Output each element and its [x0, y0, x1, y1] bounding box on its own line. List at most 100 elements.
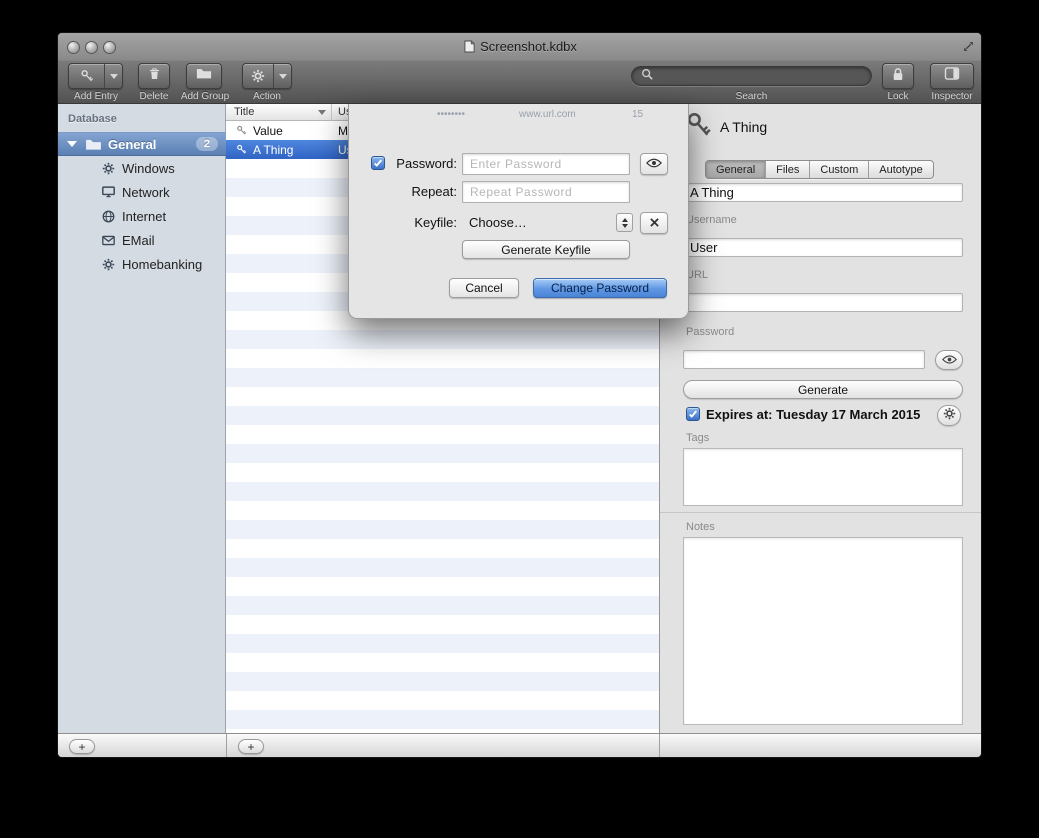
action-button[interactable] — [242, 63, 292, 89]
sidebar-item-label: Windows — [122, 161, 175, 176]
repeat-password-input[interactable] — [462, 181, 630, 203]
tab-files[interactable]: Files — [765, 161, 809, 178]
repeat-field-label: Repeat: — [379, 184, 457, 199]
sidebar-item-homebanking[interactable]: Homebanking — [58, 252, 226, 276]
username-field[interactable] — [683, 238, 963, 257]
column-header-title[interactable]: Title — [234, 106, 254, 118]
window-chrome: Screenshot.kdbx Add Entry Delete — [58, 33, 982, 104]
section-divider — [660, 512, 982, 513]
trash-icon — [148, 67, 161, 86]
add-group-plus-button[interactable]: + — [69, 739, 95, 754]
chevron-down-icon — [110, 74, 118, 79]
action-label: Action — [238, 91, 296, 102]
gear-icon — [102, 258, 115, 271]
chevron-down-icon — [622, 224, 628, 228]
generate-keyfile-button[interactable]: Generate Keyfile — [462, 240, 630, 259]
lock-label: Lock — [868, 91, 928, 102]
obscured-password-preview: •••••••• — [437, 109, 465, 120]
eye-icon — [942, 351, 957, 369]
show-password-button[interactable] — [935, 350, 963, 370]
change-password-button[interactable]: Change Password — [533, 278, 667, 298]
window-title: Screenshot.kdbx — [58, 39, 982, 56]
entry-count-badge: 2 — [196, 137, 218, 151]
add-group-label: Add Group — [170, 91, 240, 102]
show-password-button[interactable] — [640, 153, 668, 175]
url-label: URL — [686, 269, 708, 281]
inspector-button[interactable] — [930, 63, 974, 89]
tab-custom[interactable]: Custom — [809, 161, 868, 178]
add-entry-button[interactable] — [68, 63, 123, 89]
add-entry-plus-button[interactable]: + — [238, 739, 264, 754]
chevron-down-icon — [279, 74, 287, 79]
check-icon — [688, 409, 698, 419]
keyfile-popup-stepper[interactable] — [616, 213, 633, 232]
chevron-up-icon — [622, 218, 628, 222]
sidebar-item-internet[interactable]: Internet — [58, 204, 226, 228]
inspector-panel-icon — [944, 67, 960, 85]
url-field[interactable] — [683, 293, 963, 312]
group-label: General — [108, 137, 156, 152]
add-entry-label: Add Entry — [58, 91, 134, 102]
tags-textarea[interactable] — [683, 448, 963, 506]
expires-settings-button[interactable] — [937, 405, 961, 426]
lock-icon — [892, 67, 904, 86]
obscured-modified-preview: 15 — [632, 109, 643, 120]
lock-button[interactable] — [882, 63, 914, 89]
notes-textarea[interactable] — [683, 537, 963, 725]
disclosure-triangle-icon[interactable] — [67, 141, 77, 147]
eye-icon — [646, 155, 662, 173]
envelope-icon — [102, 235, 115, 246]
globe-icon — [102, 210, 115, 223]
sidebar-item-label: Network — [122, 185, 170, 200]
add-entry-dropdown[interactable] — [104, 64, 122, 88]
expires-checkbox[interactable] — [686, 407, 700, 421]
inspector-panel: A Thing General Files Custom Autotype Us… — [659, 104, 982, 733]
gear-icon — [102, 162, 115, 175]
desktop: Screenshot.kdbx Add Entry Delete — [0, 0, 1039, 838]
key-icon — [236, 125, 247, 136]
add-group-button[interactable] — [186, 63, 222, 89]
column-divider[interactable] — [331, 104, 332, 121]
clear-keyfile-button[interactable] — [640, 212, 668, 234]
inspector-entry-title: A Thing — [720, 119, 767, 135]
sort-indicator-icon — [318, 110, 326, 115]
sidebar-item-label: Homebanking — [122, 257, 202, 272]
inspector-tabs: General Files Custom Autotype — [705, 160, 934, 179]
folder-icon — [196, 67, 212, 85]
username-label: Username — [686, 214, 737, 226]
app-window: Screenshot.kdbx Add Entry Delete — [57, 32, 982, 758]
sidebar-item-windows[interactable]: Windows — [58, 156, 226, 180]
inspector-label: Inspector — [920, 91, 982, 102]
tab-general[interactable]: General — [706, 161, 765, 178]
key-icon — [69, 69, 104, 83]
search-input[interactable] — [658, 68, 862, 84]
key-icon — [236, 144, 247, 155]
folder-icon — [85, 138, 102, 151]
generate-password-button[interactable]: Generate — [683, 380, 963, 399]
expires-label: Expires at: Tuesday 17 March 2015 — [706, 407, 920, 422]
title-field[interactable] — [683, 183, 963, 202]
keyfile-field-label: Keyfile: — [379, 215, 457, 230]
keyfile-popup-value[interactable]: Choose… — [469, 215, 527, 230]
entry-title: Value — [253, 124, 283, 138]
delete-button[interactable] — [138, 63, 170, 89]
gear-icon — [243, 69, 273, 83]
tags-label: Tags — [686, 432, 709, 444]
search-field[interactable] — [631, 66, 872, 86]
sidebar-item-general[interactable]: General 2 — [58, 132, 226, 156]
new-password-input[interactable] — [462, 153, 630, 175]
sidebar-section-header: Database — [68, 113, 117, 125]
change-password-sheet: •••••••• www.url.com 15 Password: Repeat… — [348, 104, 689, 319]
cancel-button[interactable]: Cancel — [449, 278, 519, 298]
tab-autotype[interactable]: Autotype — [868, 161, 932, 178]
action-dropdown[interactable] — [273, 64, 291, 88]
sidebar-item-network[interactable]: Network — [58, 180, 226, 204]
entry-title: A Thing — [253, 143, 293, 157]
sidebar-item-email[interactable]: EMail — [58, 228, 226, 252]
password-field[interactable] — [683, 350, 925, 369]
password-label: Password — [686, 326, 734, 338]
document-icon — [464, 40, 475, 56]
sidebar-divider — [226, 734, 227, 758]
fullscreen-icon[interactable] — [962, 40, 975, 58]
inspector-divider — [659, 734, 660, 758]
